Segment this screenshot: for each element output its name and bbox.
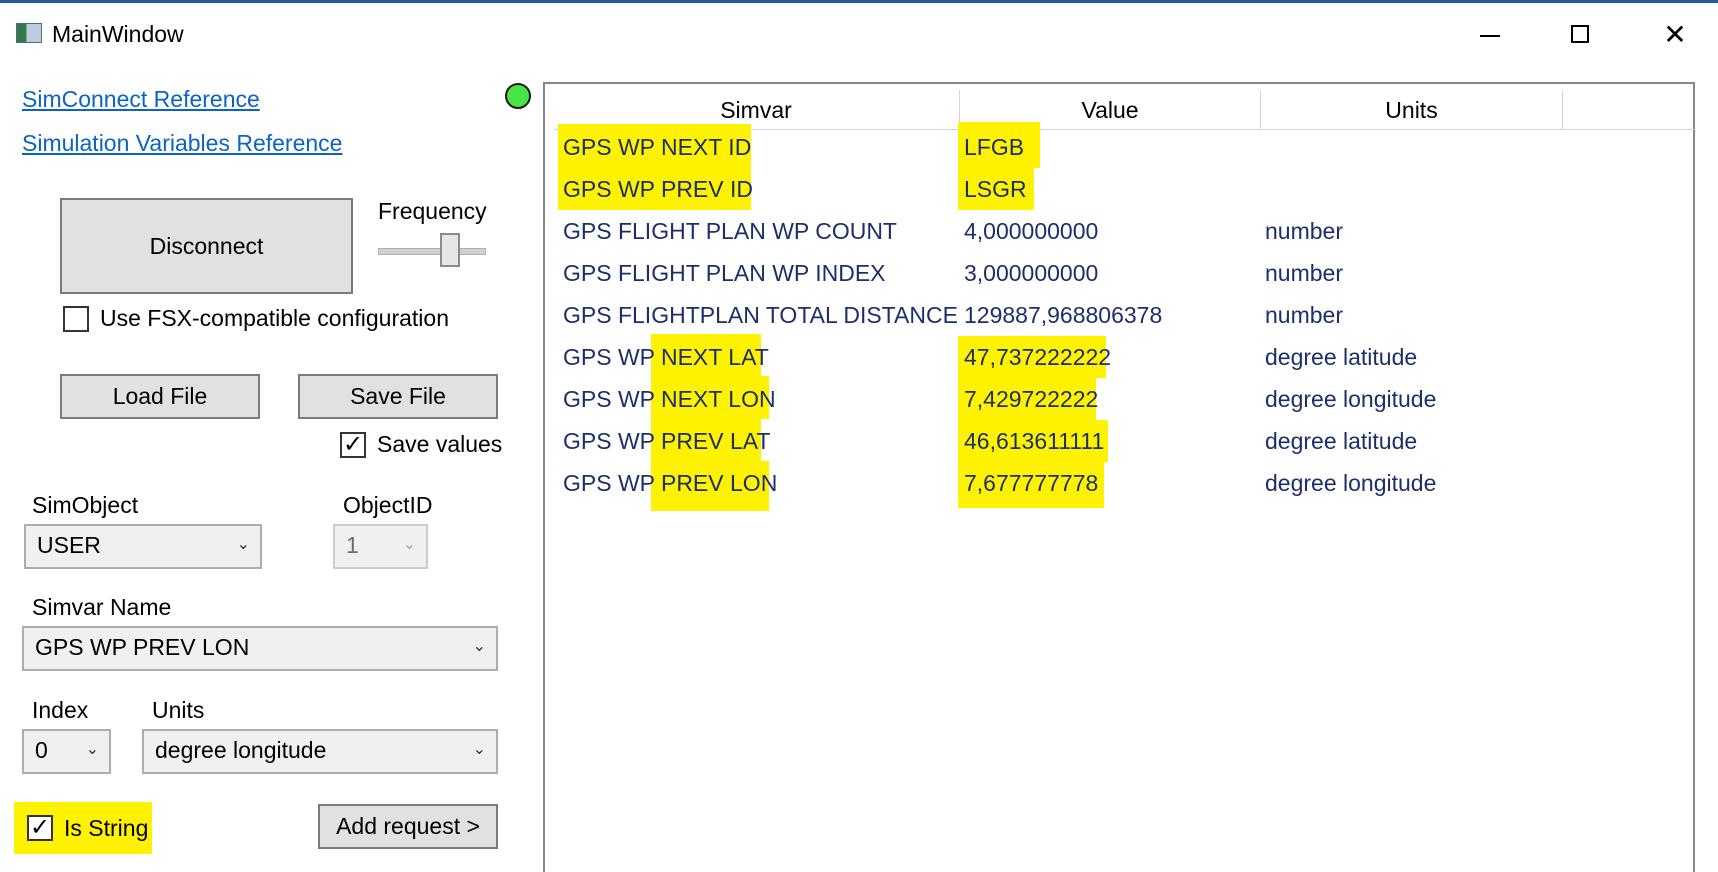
objectid-value: 1	[346, 532, 359, 558]
fsx-compatible-checkbox[interactable]	[63, 306, 89, 332]
cell-simvar: GPS WP NEXT LAT	[563, 344, 769, 370]
cell-units: degree latitude	[1265, 428, 1418, 454]
chevron-down-icon: ⌄	[472, 741, 486, 758]
simulation-variables-reference-link[interactable]: Simulation Variables Reference	[22, 130, 342, 157]
cell-value: 4,000000000	[964, 218, 1099, 244]
column-header-filler	[1563, 90, 1695, 130]
objectid-dropdown[interactable]: 1 ⌄	[333, 524, 428, 569]
cell-simvar: GPS WP PREV LON	[563, 470, 778, 496]
index-value: 0	[35, 737, 48, 763]
save-values-checkbox[interactable]: ✓	[340, 432, 366, 458]
frequency-slider-track[interactable]	[378, 248, 486, 255]
cell-value: 7,677777778	[964, 470, 1099, 496]
is-string-checkbox[interactable]: ✓	[27, 815, 53, 841]
load-file-button[interactable]: Load File	[60, 374, 260, 419]
chevron-down-icon: ⌄	[402, 536, 416, 553]
fsx-compatible-label: Use FSX-compatible configuration	[100, 305, 449, 331]
cell-simvar: GPS WP NEXT ID	[563, 134, 752, 160]
cell-simvar: GPS WP PREV LAT	[563, 428, 771, 454]
cell-simvar: GPS FLIGHT PLAN WP COUNT	[563, 218, 897, 244]
cell-value: 3,000000000	[964, 260, 1099, 286]
cell-simvar: GPS WP NEXT LON	[563, 386, 776, 412]
app-icon	[16, 23, 42, 43]
cell-value: 7,429722222	[964, 386, 1099, 412]
units-value: degree longitude	[155, 737, 327, 763]
cell-units: degree longitude	[1265, 386, 1437, 412]
cell-units: degree latitude	[1265, 344, 1418, 370]
close-button[interactable]: ✕	[1655, 15, 1695, 55]
units-label: Units	[152, 697, 205, 723]
frequency-label: Frequency	[378, 198, 487, 224]
simvar-name-dropdown[interactable]: GPS WP PREV LON ⌄	[22, 626, 498, 671]
title-bar: MainWindow ✕	[0, 3, 1718, 65]
window-title: MainWindow	[52, 21, 184, 47]
cell-units: number	[1265, 218, 1343, 244]
chevron-down-icon: ⌄	[472, 638, 486, 655]
column-header-units[interactable]: Units	[1261, 90, 1563, 130]
cell-value: 46,613611111	[964, 428, 1105, 454]
add-request-button[interactable]: Add request >	[318, 804, 498, 849]
save-values-label: Save values	[377, 431, 503, 457]
cell-units: number	[1265, 260, 1343, 286]
disconnect-button[interactable]: Disconnect	[60, 198, 353, 294]
cell-simvar: GPS WP PREV ID	[563, 176, 754, 202]
cell-value: LFGB	[964, 134, 1025, 160]
cell-units: degree longitude	[1265, 470, 1437, 496]
cell-value: LSGR	[964, 176, 1027, 202]
objectid-label: ObjectID	[343, 492, 433, 518]
simconnect-reference-link[interactable]: SimConnect Reference	[22, 86, 260, 113]
chevron-down-icon: ⌄	[85, 741, 99, 758]
units-dropdown[interactable]: degree longitude ⌄	[142, 729, 498, 774]
close-icon: ✕	[1663, 19, 1687, 50]
chevron-down-icon: ⌄	[236, 536, 250, 553]
maximize-button[interactable]	[1560, 15, 1600, 55]
simvar-name-label: Simvar Name	[32, 594, 172, 620]
minimize-button[interactable]	[1470, 15, 1510, 55]
connection-status-indicator	[505, 83, 531, 109]
cell-value: 47,737222222	[964, 344, 1112, 370]
cell-simvar: GPS FLIGHT PLAN WP INDEX	[563, 260, 886, 286]
minimize-icon	[1480, 35, 1500, 37]
simvar-name-value: GPS WP PREV LON	[35, 634, 250, 660]
is-string-label: Is String	[64, 815, 149, 841]
simobject-dropdown[interactable]: USER ⌄	[24, 524, 262, 569]
simvar-grid[interactable]: Simvar Value Units GPS WP NEXT ID LFGB G…	[543, 82, 1695, 872]
index-label: Index	[32, 697, 89, 723]
maximize-icon	[1571, 25, 1589, 43]
cell-simvar: GPS FLIGHTPLAN TOTAL DISTANCE	[563, 302, 958, 328]
cell-units: number	[1265, 302, 1343, 328]
frequency-slider-thumb[interactable]	[440, 233, 460, 267]
simobject-label: SimObject	[32, 492, 139, 518]
save-file-button[interactable]: Save File	[298, 374, 498, 419]
simobject-value: USER	[37, 532, 101, 558]
cell-value: 129887,968806378	[964, 302, 1163, 328]
index-dropdown[interactable]: 0 ⌄	[22, 729, 111, 774]
